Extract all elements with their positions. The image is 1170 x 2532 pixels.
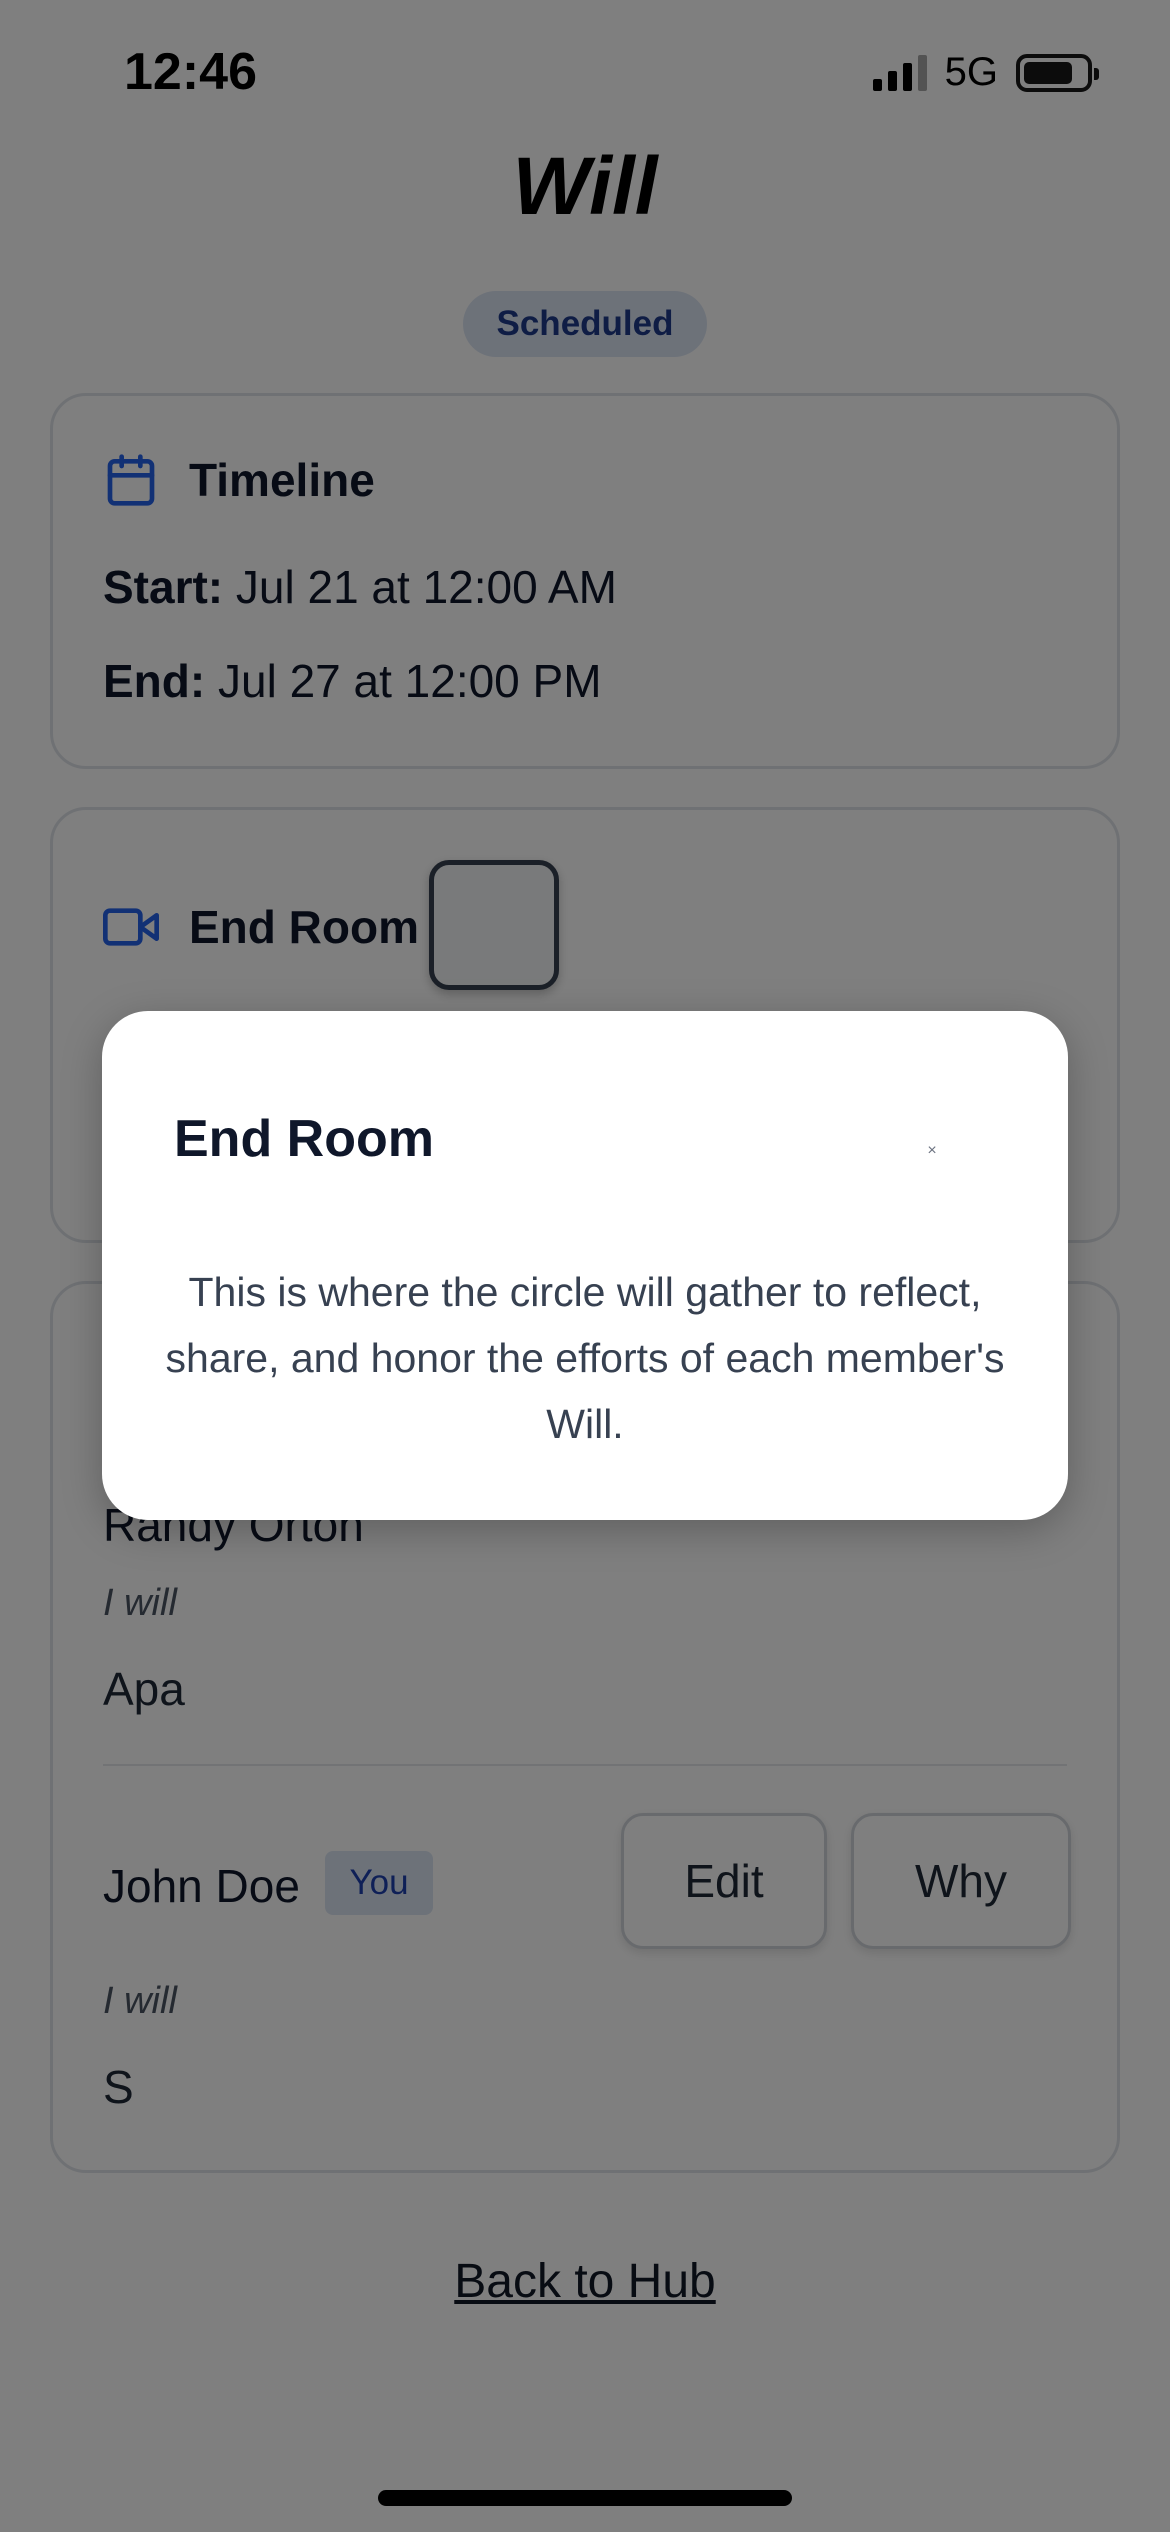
modal-title: End Room	[174, 1110, 434, 1168]
close-icon[interactable]: ×	[922, 1141, 942, 1161]
home-indicator[interactable]	[378, 2490, 792, 2506]
modal-body: This is where the circle will gather to …	[165, 1269, 1005, 1447]
will-detail-page: 12:46 5G Will Scheduled Timeline Start: …	[0, 0, 1170, 2532]
end-room-modal: End Room × This is where the circle will…	[102, 1011, 1068, 1520]
